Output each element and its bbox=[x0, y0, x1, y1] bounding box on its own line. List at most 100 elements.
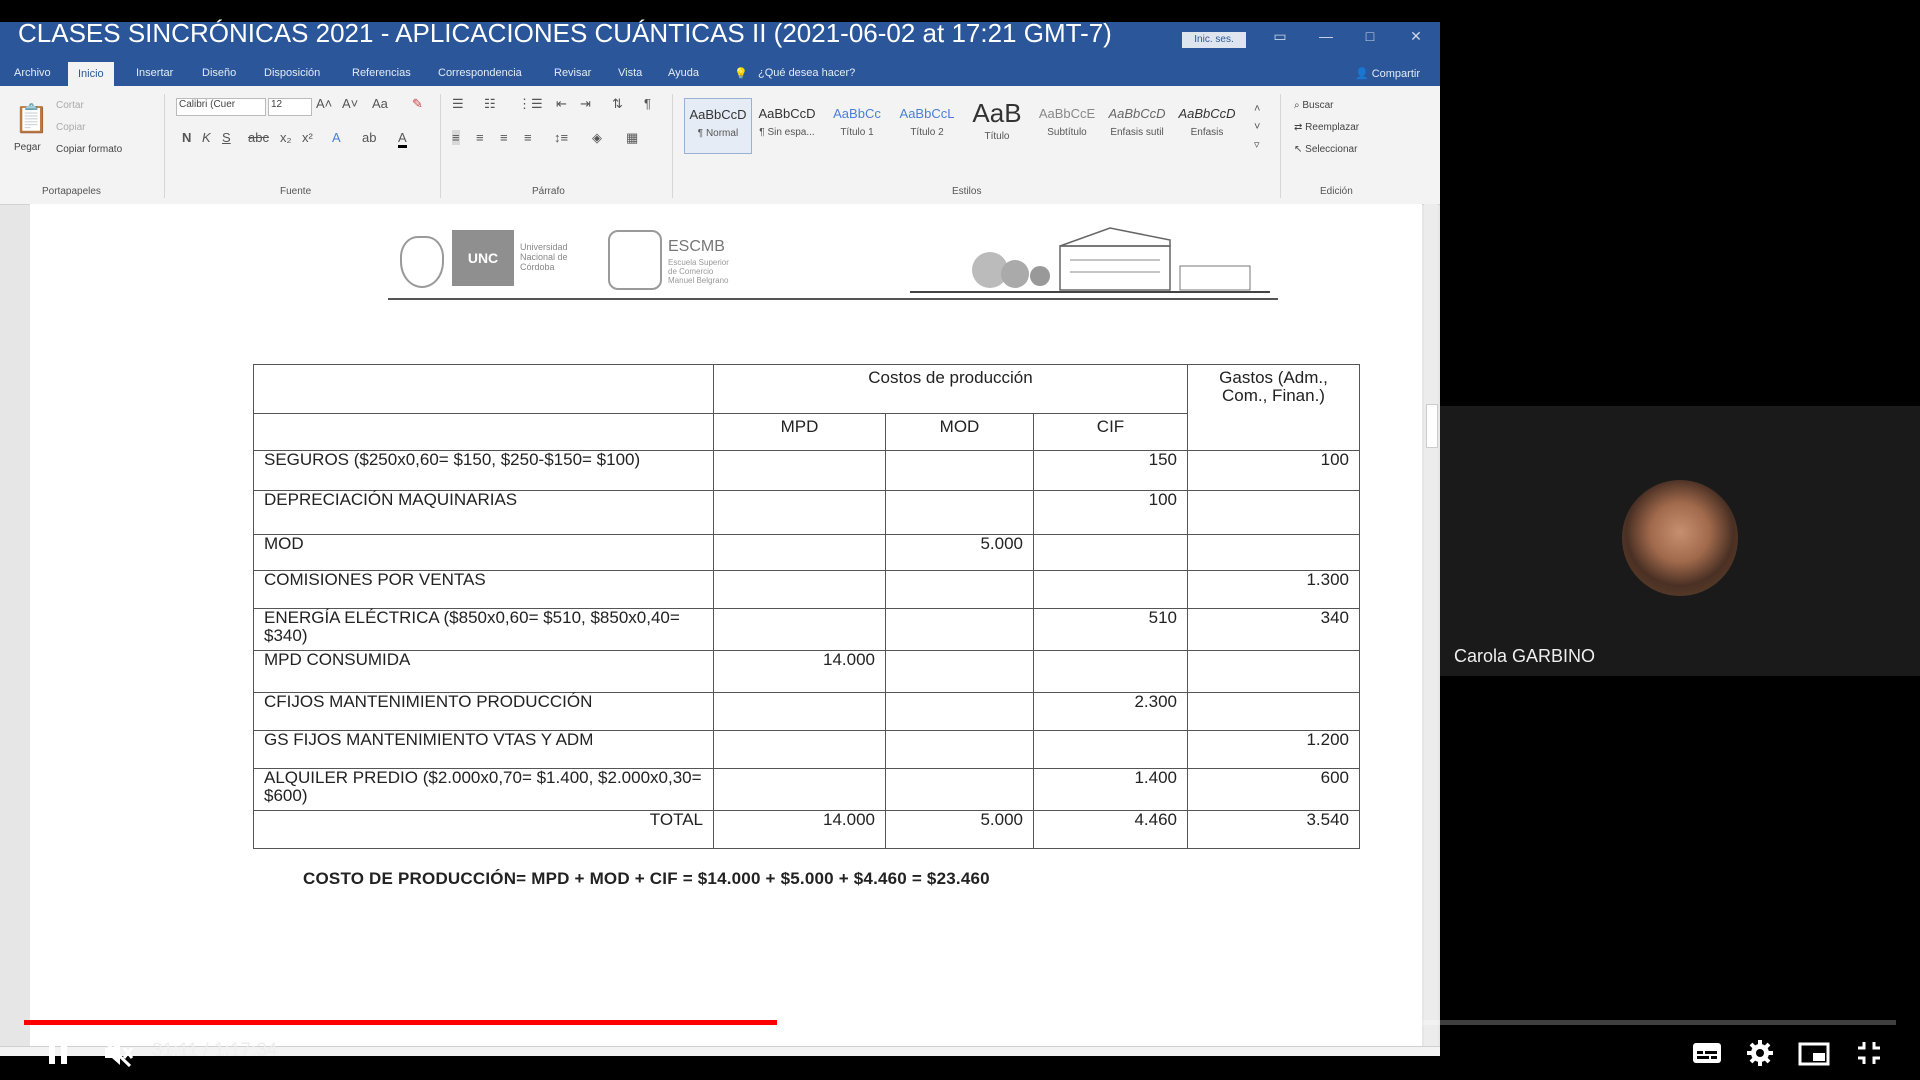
pilcrow-icon[interactable]: ¶ bbox=[644, 96, 651, 111]
tab-referencias[interactable]: Referencias bbox=[352, 67, 411, 79]
format-painter-button[interactable]: Copiar formato bbox=[56, 144, 122, 155]
tell-me-search[interactable]: ¿Qué desea hacer? bbox=[758, 67, 855, 79]
paragraph-group-label: Párrafo bbox=[532, 186, 565, 197]
paste-label[interactable]: Pegar bbox=[14, 142, 41, 153]
progress-played bbox=[24, 1020, 777, 1025]
multilevel-list-icon[interactable]: ⋮☰ bbox=[518, 96, 543, 112]
underline-icon[interactable]: S bbox=[222, 130, 231, 145]
clear-format-icon[interactable]: ✎ bbox=[412, 96, 423, 112]
row-mpd bbox=[713, 692, 886, 731]
miniplayer-icon[interactable] bbox=[1798, 1042, 1830, 1066]
tab-vista[interactable]: Vista bbox=[618, 67, 642, 79]
style-name: Énfasis bbox=[1190, 127, 1224, 138]
signin-button[interactable]: Inic. ses. bbox=[1182, 32, 1246, 48]
escmb-logo-subtitle: Escuela Superior de Comercio Manuel Belg… bbox=[668, 258, 729, 285]
row-mpd bbox=[713, 450, 886, 491]
pause-icon[interactable] bbox=[46, 1040, 70, 1066]
align-center-icon[interactable]: ≡ bbox=[476, 130, 484, 145]
column-header-mpd: MPD bbox=[713, 413, 886, 451]
bullets-icon[interactable]: ☰ bbox=[452, 96, 464, 112]
sort-icon[interactable]: ⇅ bbox=[612, 96, 623, 112]
decrease-indent-icon[interactable]: ⇤ bbox=[556, 96, 567, 112]
find-button[interactable]: ⌕ Buscar bbox=[1294, 100, 1334, 111]
tab-revisar[interactable]: Revisar bbox=[554, 67, 591, 79]
borders-icon[interactable]: ▦ bbox=[626, 130, 638, 146]
copy-button[interactable]: Copiar bbox=[56, 122, 85, 133]
tab-ayuda[interactable]: Ayuda bbox=[668, 67, 699, 79]
row-gastos bbox=[1187, 534, 1360, 571]
total-cif: 4.460 bbox=[1033, 810, 1188, 849]
align-right-icon[interactable]: ≡ bbox=[500, 130, 508, 145]
change-case-icon[interactable]: Aa bbox=[372, 96, 388, 111]
vertical-scrollbar[interactable] bbox=[1424, 204, 1438, 1046]
row-concept: SEGUROS ($250x0,60= $150, $250-$150= $10… bbox=[253, 450, 714, 491]
increase-indent-icon[interactable]: ⇥ bbox=[580, 96, 591, 112]
italic-icon[interactable]: K bbox=[202, 130, 211, 145]
style-emphasis[interactable]: AaBbCcD Énfasis bbox=[1174, 98, 1240, 152]
ribbon-display-icon[interactable]: ▭ bbox=[1266, 28, 1294, 45]
editing-group-label: Edición bbox=[1320, 186, 1353, 197]
maximize-icon[interactable]: □ bbox=[1356, 28, 1384, 44]
document-header: UNC Universidad Nacional de Córdoba ESCM… bbox=[360, 220, 1280, 304]
align-left-icon[interactable]: ≡ bbox=[452, 130, 460, 145]
style-subtle-emphasis[interactable]: AaBbCcD Énfasis sutil bbox=[1104, 98, 1170, 152]
tab-archivo[interactable]: Archivo bbox=[14, 67, 51, 79]
header-rule bbox=[388, 298, 1278, 300]
style-name: Título bbox=[984, 131, 1010, 142]
font-color-icon[interactable]: A bbox=[398, 130, 407, 148]
tab-correspondencia[interactable]: Correspondencia bbox=[438, 67, 522, 79]
numbering-icon[interactable]: ☷ bbox=[484, 96, 496, 112]
ribbon-divider bbox=[440, 94, 441, 198]
highlight-icon[interactable]: ab bbox=[362, 130, 376, 145]
share-button[interactable]: 👤 Compartir bbox=[1355, 67, 1420, 80]
style-heading-2[interactable]: AaBbCcL Título 2 bbox=[894, 98, 960, 152]
grow-font-icon[interactable]: A˄ bbox=[316, 96, 332, 111]
clipboard-group-label: Portapapeles bbox=[42, 186, 101, 197]
ribbon-divider bbox=[672, 94, 673, 198]
mute-icon[interactable] bbox=[102, 1039, 134, 1067]
cut-button[interactable]: Cortar bbox=[56, 100, 84, 111]
table-row: ENERGÍA ELÉCTRICA ($850x0,60= $510, $850… bbox=[253, 608, 1360, 651]
settings-gear-icon[interactable] bbox=[1746, 1039, 1774, 1067]
subscript-icon[interactable]: x₂ bbox=[280, 130, 292, 145]
table-row: DEPRECIACIÓN MAQUINARIAS 100 bbox=[253, 490, 1360, 535]
paste-icon[interactable]: 📋 bbox=[14, 102, 49, 135]
minimize-icon[interactable]: — bbox=[1312, 28, 1340, 44]
row-mpd bbox=[713, 730, 886, 769]
close-icon[interactable]: ✕ bbox=[1402, 28, 1430, 45]
justify-icon[interactable]: ≡ bbox=[524, 130, 532, 145]
cursor-icon: ↖ bbox=[1294, 144, 1306, 155]
superscript-icon[interactable]: x² bbox=[302, 130, 313, 145]
scrollbar-thumb[interactable] bbox=[1426, 404, 1438, 448]
styles-scroll-icon[interactable]: ˄ ˅ ▿ bbox=[1254, 100, 1260, 154]
style-no-spacing[interactable]: AaBbCcD ¶ Sin espa... bbox=[754, 98, 820, 152]
style-heading-1[interactable]: AaBbCc Título 1 bbox=[824, 98, 890, 152]
tab-disposicion[interactable]: Disposición bbox=[264, 67, 320, 79]
bold-icon[interactable]: N bbox=[182, 130, 191, 145]
line-spacing-icon[interactable]: ↕≡ bbox=[554, 130, 568, 145]
style-name: ¶ Normal bbox=[697, 128, 739, 139]
video-title: CLASES SINCRÓNICAS 2021 - APLICACIONES C… bbox=[18, 18, 1112, 48]
shading-icon[interactable]: ◈ bbox=[592, 130, 602, 146]
document-page[interactable]: UNC Universidad Nacional de Córdoba ESCM… bbox=[30, 204, 1422, 1046]
subtitles-icon[interactable] bbox=[1692, 1042, 1722, 1064]
select-button[interactable]: ↖ Seleccionar bbox=[1294, 144, 1357, 155]
style-subtitle[interactable]: AaBbCcE Subtítulo bbox=[1034, 98, 1100, 152]
font-size-select[interactable]: 12 bbox=[268, 98, 312, 116]
ribbon-divider bbox=[164, 94, 165, 198]
strikethrough-icon[interactable]: abc bbox=[248, 130, 269, 145]
replace-button[interactable]: ⇄ Reemplazar bbox=[1294, 122, 1359, 133]
tab-inicio[interactable]: Inicio bbox=[68, 62, 114, 86]
style-title[interactable]: AaB Título bbox=[964, 98, 1030, 152]
table-row: SEGUROS ($250x0,60= $150, $250-$150= $10… bbox=[253, 450, 1360, 491]
style-normal[interactable]: AaBbCcD ¶ Normal bbox=[684, 98, 752, 154]
shrink-font-icon[interactable]: A˅ bbox=[342, 96, 358, 111]
tab-insertar[interactable]: Insertar bbox=[136, 67, 173, 79]
replace-label: Reemplazar bbox=[1305, 122, 1360, 133]
text-effects-icon[interactable]: A bbox=[332, 130, 341, 145]
tab-diseno[interactable]: Diseño bbox=[202, 67, 236, 79]
row-cif bbox=[1033, 650, 1188, 693]
font-name-select[interactable]: Calibri (Cuer bbox=[176, 98, 266, 116]
row-concept: DEPRECIACIÓN MAQUINARIAS bbox=[253, 490, 714, 535]
exit-fullscreen-icon[interactable] bbox=[1856, 1040, 1882, 1066]
